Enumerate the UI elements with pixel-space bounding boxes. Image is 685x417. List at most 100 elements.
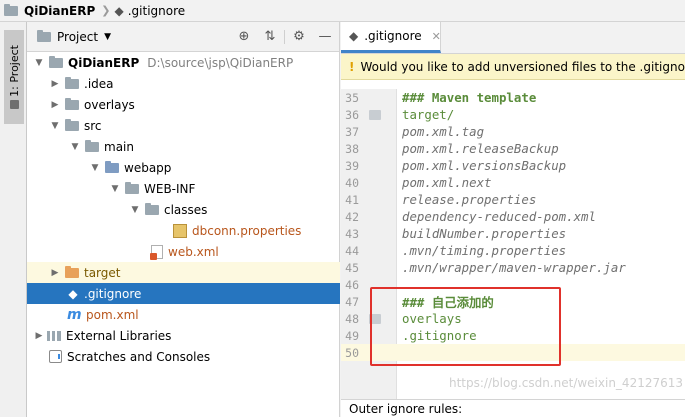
tree-node-label: overlays <box>84 97 135 112</box>
line-number: 37 <box>345 124 359 139</box>
tree-node-label: src <box>84 118 102 133</box>
chevron-down-icon[interactable]: ▼ <box>49 121 61 131</box>
properties-file-icon <box>173 223 187 238</box>
editor-tab-label: .gitignore <box>364 29 422 43</box>
notification-text: Would you like to add unversioned files … <box>360 59 685 74</box>
project-tool-tab-label: 1: Project <box>7 44 21 97</box>
line-number: 49 <box>345 328 359 343</box>
code-line: 42 dependency-reduced-pom.xml <box>341 208 685 225</box>
line-number: 44 <box>345 243 359 258</box>
xml-file-icon <box>150 244 163 260</box>
tree-node-pom[interactable]: m pom.xml <box>27 304 340 325</box>
chevron-down-icon[interactable]: ▼ <box>129 205 141 215</box>
code-line: 38 pom.xml.releaseBackup <box>341 140 685 157</box>
code-line: 36 target/ <box>341 106 685 123</box>
tree-node-overlays[interactable]: ▶ overlays <box>27 94 340 115</box>
chevron-down-icon[interactable]: ▼ <box>104 32 111 42</box>
line-number: 35 <box>345 90 359 105</box>
editor-tab-gitignore[interactable]: ◆ .gitignore ✕ <box>341 22 441 53</box>
web-folder-icon <box>105 160 119 173</box>
tree-node-label: Scratches and Consoles <box>67 349 211 364</box>
warning-icon: ! <box>349 59 355 74</box>
project-view-selector[interactable]: Project <box>57 30 98 44</box>
tree-node-gitignore[interactable]: ◆ .gitignore <box>27 283 340 304</box>
project-view-icon <box>37 29 51 42</box>
close-icon[interactable]: ✕ <box>432 30 441 43</box>
line-number: 40 <box>345 175 359 190</box>
line-number: 48 <box>345 311 359 326</box>
line-number: 50 <box>345 345 359 360</box>
tree-node-scratches[interactable]: Scratches and Consoles <box>27 346 340 367</box>
chevron-right-icon[interactable]: ▶ <box>49 268 61 278</box>
ide-window: QiDianERP ❯ ◆ .gitignore 1: Project Proj… <box>0 0 685 417</box>
line-number: 45 <box>345 260 359 275</box>
code-line: 39 pom.xml.versionsBackup <box>341 157 685 174</box>
folder-icon <box>65 76 79 89</box>
tree-node-web-xml[interactable]: web.xml <box>27 241 340 262</box>
line-number: 36 <box>345 107 359 122</box>
project-tree: ▼ QiDianERP D:\source\jsp\QiDianERP ▶ .i… <box>27 52 340 367</box>
folder-icon <box>85 139 99 152</box>
line-text: .mvn/timing.properties <box>402 243 567 258</box>
line-text: pom.xml.releaseBackup <box>402 141 559 156</box>
line-text: pom.xml.next <box>402 175 492 190</box>
tree-node-src[interactable]: ▼ src <box>27 115 340 136</box>
locate-target-icon[interactable]: ⊕ <box>236 29 252 44</box>
folder-icon <box>125 181 139 194</box>
line-number: 41 <box>345 192 359 207</box>
code-line: 45 .mvn/wrapper/maven-wrapper.jar <box>341 259 685 276</box>
highlight-box <box>370 287 561 366</box>
chevron-down-icon[interactable]: ▼ <box>33 58 45 68</box>
line-text: ### Maven template <box>402 90 537 105</box>
chevron-right-icon[interactable]: ▶ <box>49 100 61 110</box>
code-line: 44 .mvn/timing.properties <box>341 242 685 259</box>
tree-node-label: External Libraries <box>66 328 172 343</box>
tree-node-dbconn[interactable]: dbconn.properties <box>27 220 340 241</box>
line-number: 39 <box>345 158 359 173</box>
notification-banner: ! Would you like to add unversioned file… <box>341 54 685 80</box>
navigation-bar: QiDianERP ❯ ◆ .gitignore <box>0 0 685 22</box>
line-text: pom.xml.tag <box>402 124 485 139</box>
tree-node-label: web.xml <box>168 244 219 259</box>
git-file-icon: ◆ <box>68 286 78 301</box>
tree-node-idea[interactable]: ▶ .idea <box>27 73 340 94</box>
chevron-right-icon[interactable]: ▶ <box>49 79 61 89</box>
tree-node-root[interactable]: ▼ QiDianERP D:\source\jsp\QiDianERP <box>27 52 340 73</box>
line-text: release.properties <box>402 192 537 207</box>
tree-node-webapp[interactable]: ▼ webapp <box>27 157 340 178</box>
watermark: https://blog.csdn.net/weixin_42127613 <box>449 376 684 390</box>
tree-node-target[interactable]: ▶ target <box>27 262 340 283</box>
code-line: 35 ### Maven template <box>341 89 685 106</box>
line-text: target/ <box>402 107 455 122</box>
gear-icon[interactable]: ⚙ <box>291 29 307 44</box>
chevron-down-icon[interactable]: ▼ <box>89 163 101 173</box>
line-text: buildNumber.properties <box>402 226 567 241</box>
tree-node-label: webapp <box>124 160 172 175</box>
code-area[interactable]: 35 ### Maven template 36 target/ 37 pom.… <box>341 81 685 399</box>
collapse-all-icon[interactable]: ⇅ <box>262 29 278 44</box>
folder-icon <box>65 118 79 131</box>
breadcrumb-file[interactable]: .gitignore <box>128 4 185 18</box>
tree-node-label: .idea <box>84 76 114 91</box>
editor-pane: ◆ .gitignore ✕ ! Would you like to add u… <box>341 22 685 417</box>
breadcrumb: QiDianERP ❯ ◆ .gitignore <box>4 3 185 18</box>
minimize-icon[interactable]: — <box>317 29 333 44</box>
tree-node-main[interactable]: ▼ main <box>27 136 340 157</box>
line-number: 42 <box>345 209 359 224</box>
chevron-down-icon[interactable]: ▼ <box>69 142 81 152</box>
tree-node-classes[interactable]: ▼ classes <box>27 199 340 220</box>
breadcrumb-project[interactable]: QiDianERP <box>24 4 95 18</box>
tree-node-label: target <box>84 265 121 280</box>
project-folder-icon <box>49 55 63 68</box>
chevron-right-icon: ❯ <box>101 4 111 17</box>
git-file-icon: ◆ <box>114 3 124 18</box>
tree-node-external-libraries[interactable]: ▶ External Libraries <box>27 325 340 346</box>
chevron-right-icon[interactable]: ▶ <box>33 331 45 341</box>
fold-marker-icon[interactable] <box>369 110 381 120</box>
excluded-folder-icon <box>65 265 79 278</box>
tree-node-web-inf[interactable]: ▼ WEB-INF <box>27 178 340 199</box>
chevron-down-icon[interactable]: ▼ <box>109 184 121 194</box>
left-tool-strip: 1: Project <box>0 22 27 417</box>
tree-node-path: D:\source\jsp\QiDianERP <box>147 55 294 70</box>
project-tool-tab[interactable]: 1: Project <box>4 30 24 124</box>
